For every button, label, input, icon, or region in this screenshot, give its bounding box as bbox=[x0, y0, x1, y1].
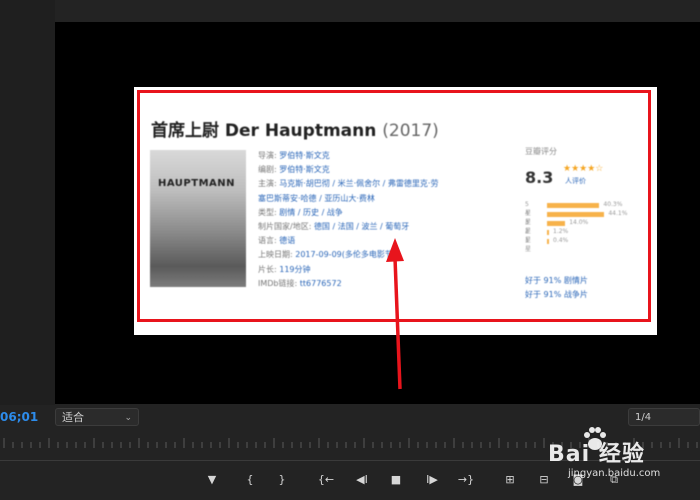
zoom-fit-dropdown[interactable]: 适合 ⌄ bbox=[55, 408, 139, 426]
go-to-in-button[interactable]: {← bbox=[315, 469, 337, 491]
playhead-timecode[interactable]: 06;01 bbox=[0, 410, 38, 424]
arrow-head bbox=[386, 238, 404, 262]
watermark-logo-text: Bai 经验 bbox=[548, 442, 645, 467]
playback-resolution-value: 1/4 bbox=[635, 412, 652, 423]
zoom-fit-value: 适合 bbox=[62, 411, 84, 424]
go-to-out-button[interactable]: →} bbox=[455, 469, 477, 491]
step-back-button[interactable]: ◀I bbox=[351, 469, 373, 491]
watermark-url: jingyan.baidu.com bbox=[568, 468, 661, 479]
mark-in-button[interactable]: { bbox=[239, 469, 261, 491]
stop-button[interactable]: ■ bbox=[385, 469, 407, 491]
overwrite-button[interactable]: ⊟ bbox=[533, 469, 555, 491]
insert-button[interactable]: ⊞ bbox=[499, 469, 521, 491]
step-forward-button[interactable]: I▶ bbox=[421, 469, 443, 491]
add-marker-button[interactable]: ▼ bbox=[201, 469, 223, 491]
arrow-shaft bbox=[393, 257, 402, 390]
playback-resolution-dropdown[interactable]: 1/4 bbox=[628, 408, 700, 426]
mark-out-button[interactable]: } bbox=[271, 469, 293, 491]
chevron-down-icon: ⌄ bbox=[124, 413, 132, 423]
